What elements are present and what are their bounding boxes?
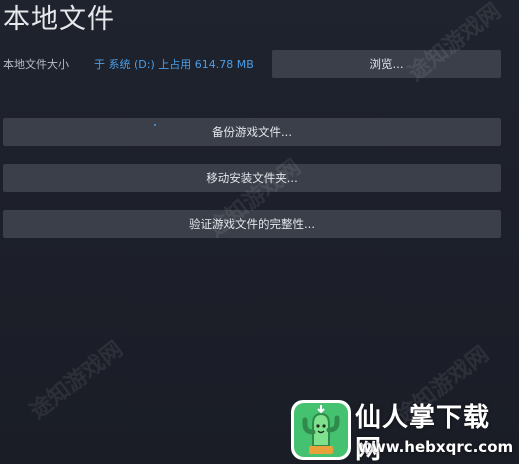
move-install-folder-label: 移动安装文件夹... [206, 171, 298, 185]
local-file-size-label: 本地文件大小 [3, 58, 69, 71]
verify-game-files-label: 验证游戏文件的完整性... [189, 217, 315, 231]
backup-game-files-label: 备份游戏文件... [212, 125, 292, 139]
browse-button-label: 浏览... [369, 57, 404, 71]
page-title: 本地文件 [3, 4, 115, 35]
local-files-panel: 本地文件 本地文件大小 于 系统 (D:) 上占用 614.78 MB 浏览..… [0, 0, 519, 464]
stray-dot [154, 124, 156, 126]
move-install-folder-button[interactable]: 移动安装文件夹... [3, 164, 501, 192]
brand-logo: 仙人掌下载网 www.hebxqrc.com [291, 400, 516, 464]
disk-usage-value: 于 系统 (D:) 上占用 614.78 MB [94, 58, 254, 71]
browse-button[interactable]: 浏览... [272, 50, 501, 78]
verify-game-files-button[interactable]: 验证游戏文件的完整性... [3, 210, 501, 238]
watermark-text: 途知游戏网 [25, 336, 128, 425]
brand-url: www.hebxqrc.com [358, 438, 514, 456]
cactus-icon [291, 400, 351, 460]
backup-game-files-button[interactable]: 备份游戏文件... [3, 118, 501, 146]
